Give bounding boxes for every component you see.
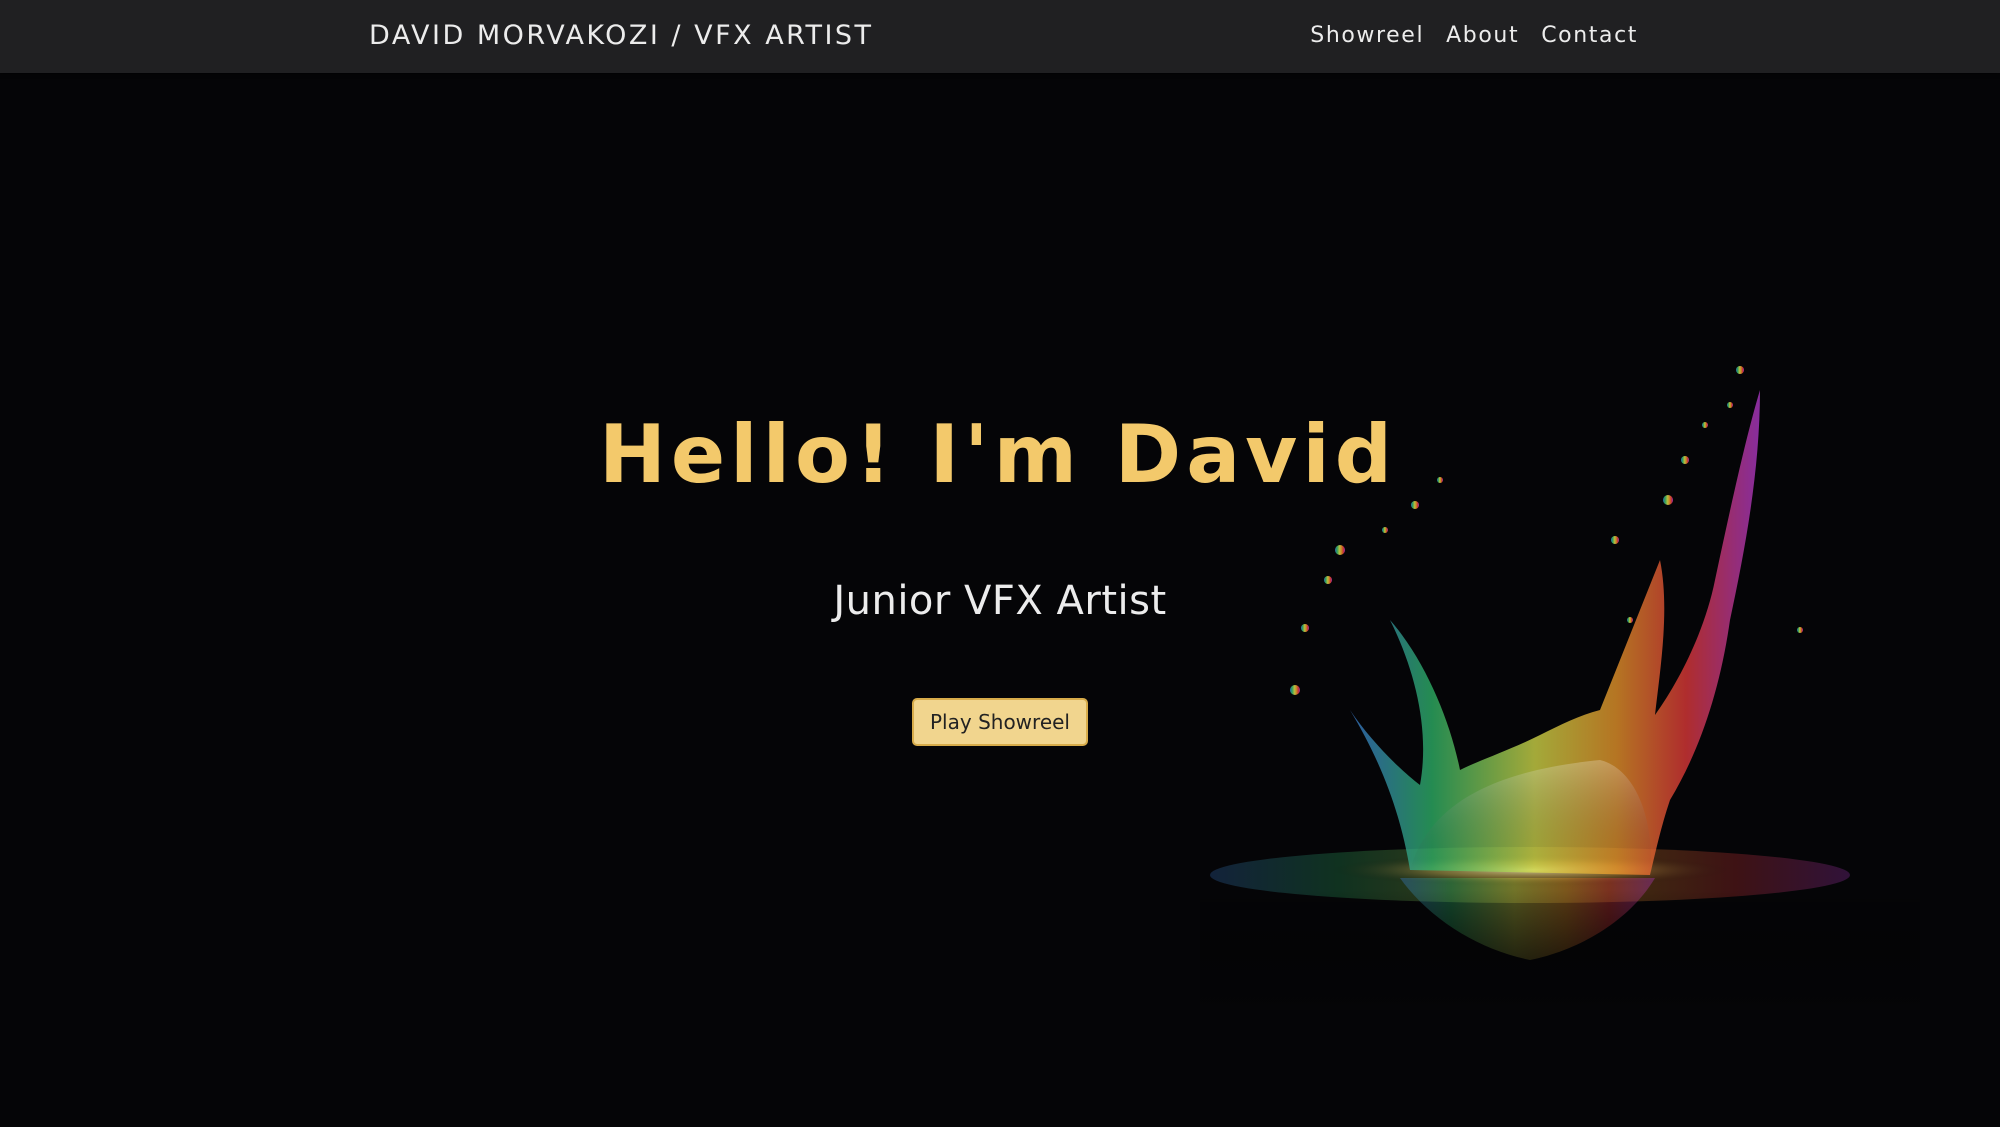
page: DAVID MORVAKOZI / VFX ARTIST Showreel Ab… [0, 0, 2000, 1127]
hero-button-wrapper: Play Showreel [0, 698, 2000, 746]
brand-link[interactable]: DAVID MORVAKOZI / VFX ARTIST [369, 20, 874, 52]
nav-link-about[interactable]: About [1446, 20, 1519, 52]
nav-link-showreel[interactable]: Showreel [1310, 20, 1424, 52]
hero-title: Hello! I'm David [598, 408, 1398, 501]
hero-section: Hello! I'm David Junior VFX Artist Play … [0, 0, 2000, 1127]
hero-subtitle: Junior VFX Artist [833, 578, 1167, 624]
top-navbar: DAVID MORVAKOZI / VFX ARTIST Showreel Ab… [0, 0, 2000, 73]
nav-links: Showreel About Contact [1310, 20, 1638, 52]
play-showreel-button[interactable]: Play Showreel [912, 698, 1088, 746]
nav-link-contact[interactable]: Contact [1541, 20, 1638, 52]
